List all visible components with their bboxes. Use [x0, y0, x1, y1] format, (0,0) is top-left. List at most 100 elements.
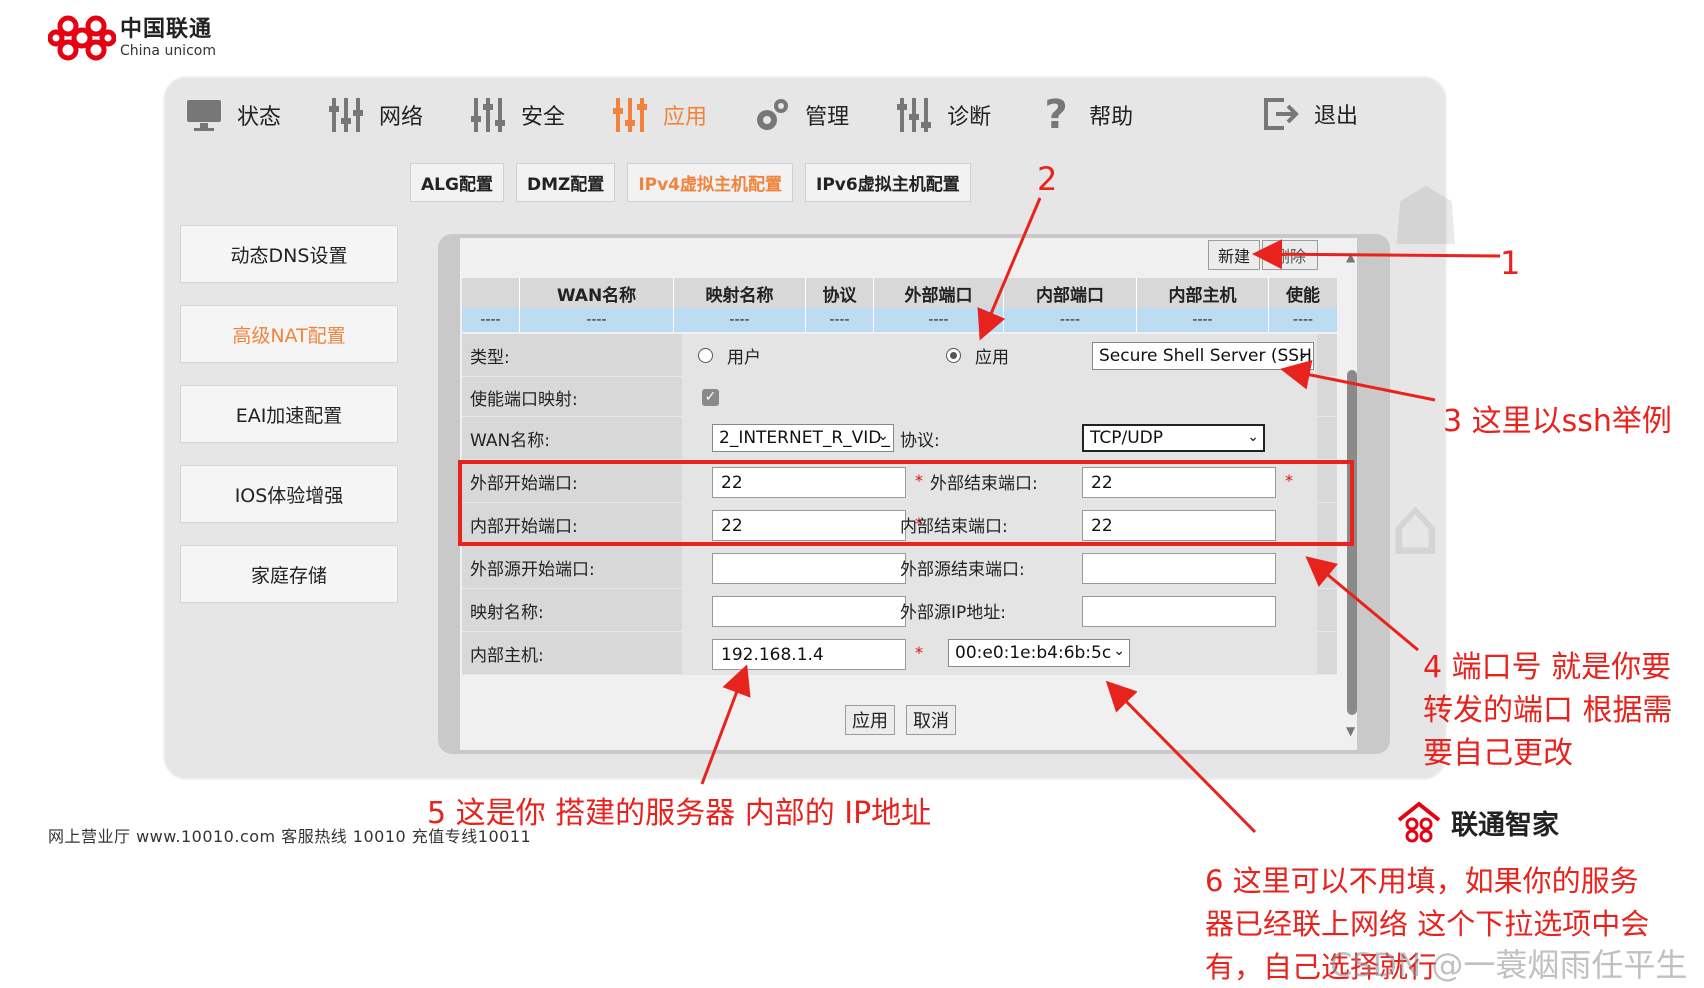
host-input[interactable]: 192.168.1.4 — [712, 639, 906, 670]
annotation-4-line: 4 端口号 就是你要 — [1423, 650, 1672, 685]
mac-select[interactable]: 00:e0:1e:b4:6b:5c ⌄ — [948, 639, 1130, 667]
sidebar-item-ios[interactable]: IOS体验增强 — [180, 465, 398, 523]
enable-label: 使能端口映射: — [470, 389, 578, 410]
sliders-icon — [611, 96, 649, 134]
enable-checkbox[interactable]: ✓ — [702, 389, 719, 406]
protocol-select[interactable]: TCP/UDP ⌄ — [1082, 424, 1265, 452]
annotation-4: 4 端口号 就是你要 转发的端口 根据需 要自己更改 — [1423, 646, 1673, 775]
table-cell: ---- — [1137, 308, 1269, 332]
radio-user-label: 用户 — [727, 348, 761, 368]
nav-exit-label: 退出 — [1314, 104, 1359, 129]
nav-network-label: 网络 — [379, 105, 424, 130]
gear-icon — [753, 96, 791, 134]
src-ip-label: 外部源IP地址: — [900, 603, 1006, 623]
form-row-wan: WAN名称: 2_INTERNET_R_VID_ ⌄ 协议: TCP/UDP ⌄ — [462, 417, 1337, 460]
annotation-2: 2 — [1037, 160, 1058, 198]
scroll-down-icon[interactable]: ▼ — [1346, 724, 1355, 738]
tab-alg[interactable]: ALG配置 — [410, 163, 504, 202]
src-start-label: 外部源开始端口: — [470, 560, 595, 580]
chevron-down-icon: ⌄ — [1297, 346, 1309, 362]
logo-name-cn: 中国联通 — [120, 16, 213, 42]
src-ip-input[interactable] — [1082, 596, 1276, 627]
monitor-icon — [185, 96, 223, 134]
nav-status[interactable]: 状态 — [185, 96, 281, 134]
src-end-label: 外部源结束端口: — [900, 560, 1025, 580]
tab-ipv4-virtual-host[interactable]: IPv4虚拟主机配置 — [627, 163, 794, 202]
nav-diagnosis-label: 诊断 — [947, 105, 992, 130]
table-row[interactable]: ---- ---- ---- ---- ---- ---- ---- ---- — [462, 308, 1337, 332]
sub-tabs: ALG配置 DMZ配置 IPv4虚拟主机配置 IPv6虚拟主机配置 — [410, 163, 983, 202]
scroll-up-icon[interactable]: ▲ — [1346, 250, 1355, 264]
sidebar-item-ddns[interactable]: 动态DNS设置 — [180, 225, 398, 283]
sliders-icon — [469, 96, 507, 134]
logo-name-en: China unicom — [120, 42, 216, 59]
watermark: CSDN @一蓑烟雨任平生z — [1330, 946, 1688, 988]
chevron-down-icon: ⌄ — [1113, 643, 1125, 659]
sidebar-item-storage[interactable]: 家庭存储 — [180, 545, 398, 603]
brand-text: 联通智家 — [1451, 809, 1559, 841]
table-cell: ---- — [874, 308, 1004, 332]
table-cell: ---- — [1292, 312, 1314, 328]
host-label: 内部主机: — [470, 646, 544, 666]
table-cell: ---- — [674, 308, 806, 332]
nav-network[interactable]: 网络 — [327, 96, 423, 134]
annotation-6-line: 6 这里可以不用填，如果你的服务 — [1205, 864, 1639, 898]
exit-icon — [1262, 95, 1300, 133]
annotation-4-line: 转发的端口 根据需 — [1423, 693, 1673, 728]
wan-label: WAN名称: — [470, 431, 550, 451]
radio-selected-icon — [946, 348, 961, 363]
annotation-4-line: 要自己更改 — [1423, 736, 1573, 771]
port-highlight-box — [458, 460, 1354, 546]
wan-select-value: 2_INTERNET_R_VID_ — [719, 428, 890, 448]
col-map-name: 映射名称 — [674, 278, 806, 308]
annotation-5: 5 这是你 搭建的服务器 内部的 IP地址 — [427, 796, 932, 831]
chevron-down-icon: ⌄ — [1247, 429, 1259, 445]
unicom-knot-icon — [48, 15, 116, 61]
col-protocol: 协议 — [806, 278, 874, 308]
col-int-port: 内部端口 — [1004, 278, 1137, 308]
sidebar-item-advanced-nat[interactable]: 高级NAT配置 — [180, 305, 398, 363]
col-int-host: 内部主机 — [1137, 278, 1269, 308]
nav-security[interactable]: 安全 — [469, 96, 565, 134]
radio-icon — [698, 348, 713, 363]
table-cell: ---- — [462, 308, 520, 332]
new-button[interactable]: 新建 — [1208, 240, 1260, 270]
nav-help[interactable]: ? 帮助 — [1037, 92, 1134, 138]
nav-management[interactable]: 管理 — [753, 96, 849, 134]
nav-application[interactable]: 应用 — [611, 96, 707, 134]
wan-select[interactable]: 2_INTERNET_R_VID_ ⌄ — [712, 424, 894, 452]
required-mark: * — [915, 643, 923, 662]
app-select-value: Secure Shell Server (SSH — [1099, 346, 1312, 366]
nav-diagnosis[interactable]: 诊断 — [895, 96, 991, 134]
form-row-src-ports: 外部源开始端口: 外部源结束端口: — [462, 546, 1337, 589]
page: 中国联通 China unicom ☗ ⌂ 状态 网络 安全 应用 管理 诊断 … — [0, 0, 1704, 988]
nav-help-label: 帮助 — [1089, 105, 1134, 130]
sidebar-item-eai[interactable]: EAI加速配置 — [180, 385, 398, 443]
protocol-select-value: TCP/UDP — [1090, 428, 1164, 448]
smart-home-house-icon — [1397, 801, 1441, 843]
tab-ipv6-virtual-host[interactable]: IPv6虚拟主机配置 — [805, 163, 971, 202]
radio-app[interactable]: 应用 — [946, 334, 1009, 377]
type-label: 类型: — [470, 348, 510, 368]
nav-security-label: 安全 — [521, 105, 566, 130]
src-end-input[interactable] — [1082, 553, 1276, 584]
protocol-label: 协议: — [900, 431, 940, 451]
apply-button[interactable]: 应用 — [845, 705, 895, 735]
col-checkbox — [462, 278, 520, 308]
cancel-button[interactable]: 取消 — [906, 705, 956, 735]
form-row-host: 内部主机: 192.168.1.4 * 00:e0:1e:b4:6b:5c ⌄ — [462, 632, 1337, 675]
tab-dmz[interactable]: DMZ配置 — [515, 163, 616, 202]
radio-user[interactable]: 用户 — [698, 334, 761, 377]
nav-management-label: 管理 — [805, 105, 850, 130]
col-wan-name: WAN名称 — [520, 278, 674, 308]
map-name-label: 映射名称: — [470, 603, 544, 623]
nav-exit[interactable]: 退出 — [1262, 95, 1358, 133]
nav-application-label: 应用 — [663, 105, 708, 130]
annotation-1: 1 — [1500, 244, 1521, 282]
map-name-input[interactable] — [712, 596, 906, 627]
delete-button[interactable]: 删除 — [1262, 240, 1318, 270]
house-illustration-icon: ⌂ — [1390, 480, 1441, 573]
table-cell: ---- — [806, 308, 874, 332]
app-select[interactable]: Secure Shell Server (SSH ⌄ — [1092, 342, 1314, 370]
src-start-input[interactable] — [712, 553, 906, 584]
